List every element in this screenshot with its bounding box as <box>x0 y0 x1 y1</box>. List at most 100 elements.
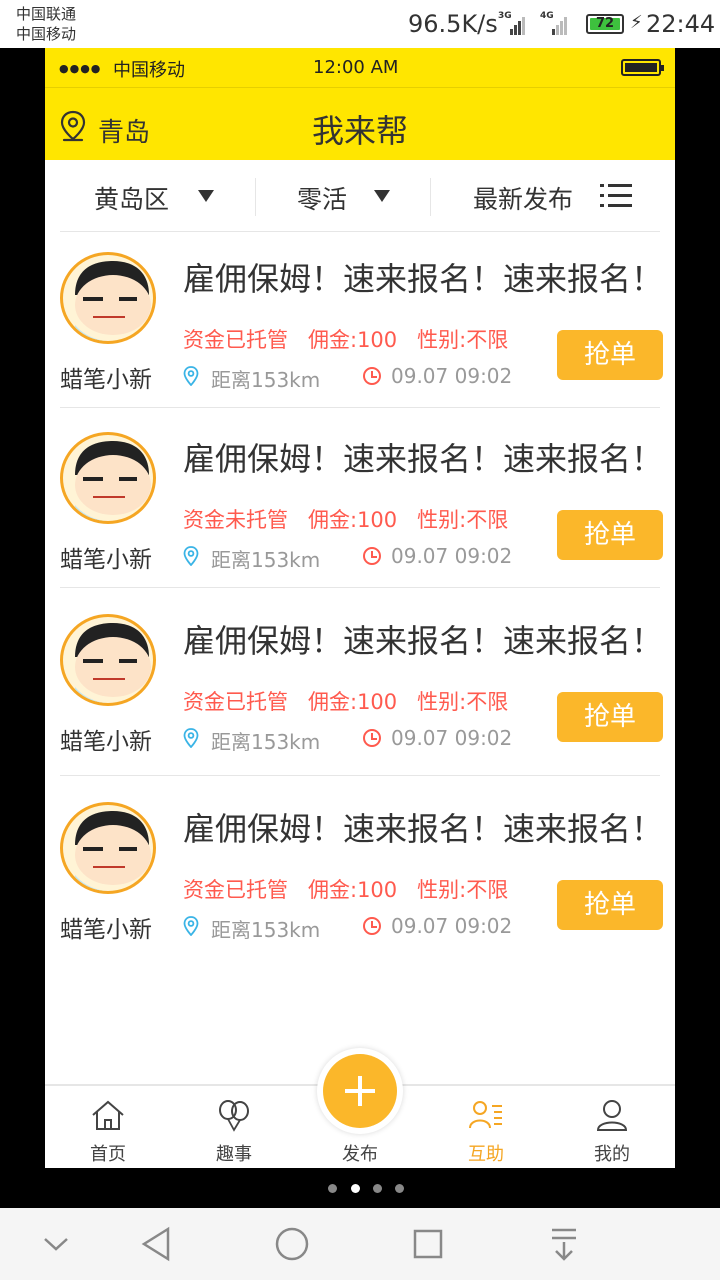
location-pin-icon <box>183 916 199 936</box>
network-speed: 96.5K/s <box>408 10 498 38</box>
commission: 佣金:100 <box>308 328 398 352</box>
people-list-icon <box>469 1101 502 1129</box>
ios-time: 12:00 AM <box>313 57 399 78</box>
post-tags: 资金已托管 佣金:100 性别:不限 <box>183 324 528 354</box>
tab-label: 互助 <box>468 1144 504 1165</box>
list-item[interactable]: 蜡笔小新 雇佣保姆！速来报名！速来报名！ 资金已托管 佣金:100 性别:不限 距离… <box>60 234 663 408</box>
chevron-down-icon[interactable] <box>42 1236 70 1252</box>
grab-order-button[interactable]: 抢单 <box>557 330 663 380</box>
post-time: 09.07 09:02 <box>391 544 513 568</box>
tab-fun[interactable]: 趣事 <box>171 1086 297 1168</box>
sort-filter[interactable]: 最新发布 <box>473 180 573 216</box>
list-item[interactable]: 蜡笔小新 雇佣保姆！速来报名！速来报名！ 资金已托管 佣金:100 性别:不限 距离… <box>60 784 663 958</box>
username: 蜡笔小新 <box>60 367 152 393</box>
grab-order-button[interactable]: 抢单 <box>557 692 663 742</box>
carrier-1: 中国联通 <box>16 5 77 23</box>
ios-battery-icon <box>621 59 664 76</box>
grab-order-button[interactable]: 抢单 <box>557 880 663 930</box>
carrier-names: 中国联通 中国移动 <box>16 4 76 44</box>
back-icon[interactable] <box>140 1226 172 1262</box>
tab-label: 发布 <box>342 1144 378 1165</box>
username: 蜡笔小新 <box>60 729 152 755</box>
page-title: 我来帮 <box>311 112 408 150</box>
category-filter[interactable]: 零活 <box>297 180 347 216</box>
plus-icon <box>323 1054 397 1128</box>
list-menu-icon[interactable] <box>600 184 632 208</box>
clock-icon <box>363 367 381 385</box>
battery-icon: 72 <box>586 14 624 34</box>
post-tags: 资金已托管 佣金:100 性别:不限 <box>183 686 528 716</box>
publish-button[interactable] <box>317 1048 403 1134</box>
clock-icon <box>363 917 381 935</box>
tab-label: 我的 <box>594 1144 630 1165</box>
username: 蜡笔小新 <box>60 547 152 573</box>
fund-status: 资金已托管 <box>183 690 288 714</box>
gender-requirement: 性别:不限 <box>417 328 509 352</box>
home-icon <box>92 1100 124 1130</box>
tab-mine[interactable]: 我的 <box>549 1086 675 1168</box>
post-time: 09.07 09:02 <box>391 914 513 938</box>
fund-status: 资金已托管 <box>183 878 288 902</box>
divider <box>430 178 431 216</box>
ios-status-bar: ●●●● 中国移动 12:00 AM <box>45 48 675 88</box>
divider <box>255 178 256 216</box>
ios-carrier: 中国移动 <box>113 60 185 81</box>
distance: 距离153km <box>211 918 321 942</box>
clock-icon <box>363 729 381 747</box>
avatar[interactable] <box>60 252 156 344</box>
app-screen: ●●●● 中国移动 12:00 AM 青岛 我来帮 黄岛区 零活 最新发布 蜡笔… <box>45 48 675 1168</box>
chevron-down-icon[interactable] <box>374 190 390 202</box>
system-clock: 22:44 <box>646 10 716 38</box>
page-indicator <box>0 1180 720 1196</box>
post-title[interactable]: 雇佣保姆！速来报名！速来报名！ <box>183 616 663 662</box>
fund-status: 资金已托管 <box>183 328 288 352</box>
post-tags: 资金未托管 佣金:100 性别:不限 <box>183 504 528 534</box>
post-time: 09.07 09:02 <box>391 726 513 750</box>
location-pin-icon <box>183 366 199 386</box>
location-pin-icon <box>183 728 199 748</box>
signal-4g-icon: 4G <box>540 11 567 35</box>
fund-status: 资金未托管 <box>183 508 288 532</box>
grab-order-button[interactable]: 抢单 <box>557 510 663 560</box>
post-tags: 资金已托管 佣金:100 性别:不限 <box>183 874 528 904</box>
filter-bar: 黄岛区 零活 最新发布 <box>60 160 660 232</box>
tab-help[interactable]: 互助 <box>423 1086 549 1168</box>
app-header: 青岛 我来帮 <box>45 88 675 160</box>
username: 蜡笔小新 <box>60 917 152 943</box>
post-title[interactable]: 雇佣保姆！速来报名！速来报名！ <box>183 804 663 850</box>
gender-requirement: 性别:不限 <box>417 508 509 532</box>
distance: 距离153km <box>211 548 321 572</box>
home-circle-icon[interactable] <box>274 1226 310 1262</box>
commission: 佣金:100 <box>308 690 398 714</box>
avatar[interactable] <box>60 802 156 894</box>
balloons-icon <box>219 1100 249 1132</box>
gender-requirement: 性别:不限 <box>417 878 509 902</box>
gender-requirement: 性别:不限 <box>417 690 509 714</box>
district-filter[interactable]: 黄岛区 <box>94 180 169 216</box>
distance: 距离153km <box>211 730 321 754</box>
user-icon <box>596 1100 628 1131</box>
system-status-bar: 中国联通 中国移动 96.5K/s 3G 4G 72 ⚡ 22:44 <box>0 0 720 48</box>
post-time: 09.07 09:02 <box>391 364 513 388</box>
location-pin-icon <box>183 546 199 566</box>
carrier-2: 中国移动 <box>16 25 77 43</box>
chevron-down-icon[interactable] <box>198 190 214 202</box>
tab-home[interactable]: 首页 <box>45 1086 171 1168</box>
list-item[interactable]: 蜡笔小新 雇佣保姆！速来报名！速来报名！ 资金已托管 佣金:100 性别:不限 距离… <box>60 596 663 776</box>
commission: 佣金:100 <box>308 508 398 532</box>
notification-pull-icon[interactable] <box>548 1226 580 1262</box>
recents-icon[interactable] <box>412 1226 444 1262</box>
tab-label: 首页 <box>90 1144 126 1165</box>
tab-label: 趣事 <box>216 1144 252 1165</box>
list-item[interactable]: 蜡笔小新 雇佣保姆！速来报名！速来报名！ 资金未托管 佣金:100 性别:不限 距离… <box>60 414 663 588</box>
distance: 距离153km <box>211 368 321 392</box>
signal-dots-icon: ●●●● <box>59 62 102 75</box>
clock-icon <box>363 547 381 565</box>
commission: 佣金:100 <box>308 878 398 902</box>
post-title[interactable]: 雇佣保姆！速来报名！速来报名！ <box>183 254 663 300</box>
system-nav-bar <box>0 1208 720 1280</box>
avatar[interactable] <box>60 614 156 706</box>
charging-icon: ⚡ <box>630 12 643 33</box>
post-title[interactable]: 雇佣保姆！速来报名！速来报名！ <box>183 434 663 480</box>
avatar[interactable] <box>60 432 156 524</box>
